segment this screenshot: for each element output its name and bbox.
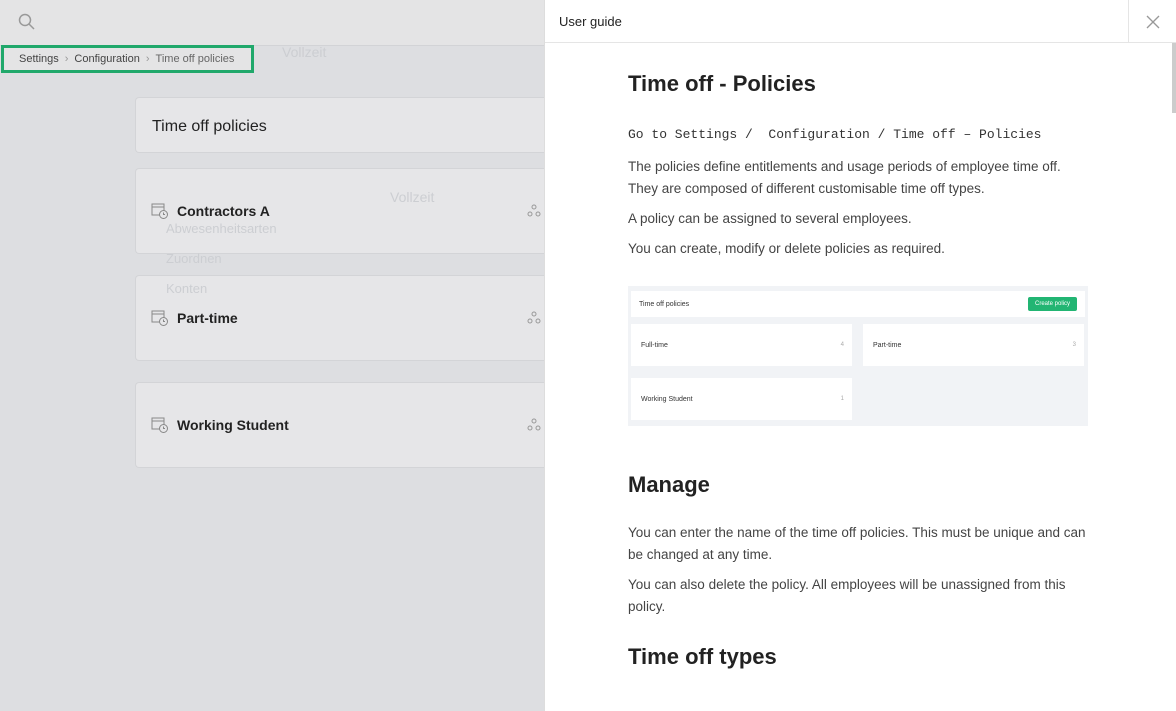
scrollbar[interactable] [1172, 43, 1176, 113]
ghost-text: Vollzeit [390, 189, 435, 205]
section-heading: Time off types [628, 644, 777, 669]
search-icon[interactable] [18, 13, 36, 36]
calendar-clock-icon [151, 309, 169, 327]
breadcrumb: Settings › Configuration › Time off polici… [1, 45, 254, 73]
thumb-card: Part-time 3 [863, 324, 1084, 366]
thumb-card-count: 4 [840, 342, 844, 348]
ghost-text: Konten [166, 281, 208, 296]
chevron-right-icon: › [64, 53, 69, 65]
guide-paragraph: A policy can be assigned to several empl… [628, 211, 912, 226]
guide-paragraph: The policies define entitlements and usa… [628, 159, 1061, 196]
thumb-card: Working Student 1 [631, 378, 852, 420]
breadcrumb-settings[interactable]: Settings [19, 53, 59, 65]
ghost-text: Vollzeit [282, 44, 327, 60]
thumb-card-name: Full-time [641, 341, 668, 349]
thumb-card-name: Part-time [873, 341, 902, 349]
policy-name: Contractors A [177, 203, 270, 219]
thumb-card: Full-time 4 [631, 324, 852, 366]
section-heading: Manage [628, 472, 710, 497]
guide-heading: Time off - Policies [628, 71, 816, 96]
ghost-text: Zuordnen [166, 251, 222, 266]
policy-card[interactable]: Contractors A [135, 168, 545, 254]
thumb-card-count: 3 [1072, 342, 1076, 348]
policy-name: Working Student [177, 417, 289, 433]
breadcrumb-configuration[interactable]: Configuration [74, 53, 139, 65]
close-icon [1146, 15, 1159, 28]
guide-paragraph: You can create, modify or delete policie… [628, 241, 945, 256]
screenshot-thumbnail: Time off policies Create policy Full-time… [628, 286, 1088, 426]
close-button[interactable] [1128, 0, 1176, 43]
top-bar [0, 0, 545, 46]
guide-paragraph: You can also delete the policy. All empl… [628, 577, 1066, 614]
breadcrumb-current: Time off policies [155, 53, 235, 65]
guide-paragraph: You can enter the name of the time off p… [628, 525, 1086, 562]
people-icon [526, 417, 542, 436]
people-icon [526, 203, 542, 222]
chevron-right-icon: › [145, 53, 150, 65]
thumb-card-name: Working Student [641, 395, 693, 403]
calendar-clock-icon [151, 202, 169, 220]
thumb-card-count: 1 [840, 396, 844, 402]
page-title: Time off policies [135, 97, 545, 153]
calendar-clock-icon [151, 416, 169, 434]
user-guide-panel: User guide Time off - Policies Go to Set… [544, 0, 1176, 711]
thumb-create-button: Create policy [1027, 297, 1077, 311]
policy-name: Part-time [177, 310, 238, 326]
policy-card[interactable]: Working Student [135, 382, 545, 468]
ghost-text: Abwesenheitsarten [166, 221, 277, 236]
people-icon [526, 310, 542, 329]
guide-path: Go to Settings / Configuration / Time of… [628, 127, 1042, 142]
thumb-title: Time off policies [639, 300, 690, 308]
panel-title: User guide [545, 0, 1176, 43]
